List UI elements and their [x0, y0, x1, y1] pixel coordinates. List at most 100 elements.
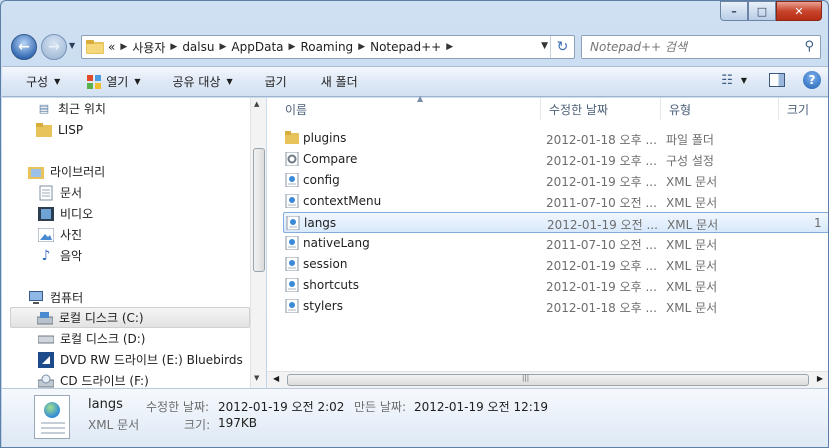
- video-icon: [38, 206, 54, 222]
- search-input[interactable]: [582, 36, 792, 58]
- breadcrumb-users[interactable]: 사용자: [132, 39, 165, 56]
- address-history-dropdown-icon[interactable]: ▼: [541, 41, 548, 51]
- breadcrumb-separator-icon[interactable]: ▶: [170, 42, 177, 52]
- file-type: XML 문서: [666, 196, 718, 210]
- breadcrumb-separator-icon[interactable]: ▶: [219, 42, 226, 52]
- file-name: config: [303, 173, 340, 187]
- xml-file-icon: [285, 257, 299, 271]
- recent-pages-dropdown-icon[interactable]: ▼: [69, 41, 75, 50]
- nav-item-documents[interactable]: 문서: [38, 182, 246, 203]
- sort-ascending-icon: ▲: [417, 94, 424, 103]
- horizontal-scrollbar[interactable]: ◀ ||| ▶: [267, 371, 828, 388]
- open-button[interactable]: 열기 ▼: [76, 67, 150, 96]
- chevron-down-icon: ▼: [54, 77, 61, 86]
- folder-icon: [86, 40, 104, 54]
- scroll-down-icon[interactable]: ▼: [254, 374, 259, 382]
- scrollbar-thumb[interactable]: [287, 374, 809, 386]
- column-header-date[interactable]: 수정한 날짜: [541, 98, 661, 120]
- pictures-icon: [38, 227, 54, 243]
- scroll-left-icon[interactable]: ◀: [273, 374, 279, 383]
- nav-item-recent-places[interactable]: ▤ 최근 위치: [36, 98, 246, 119]
- nav-item-label: CD 드라이브 (F:): [60, 374, 149, 388]
- minimize-button[interactable]: –: [720, 1, 748, 21]
- forward-button[interactable]: →: [41, 34, 67, 60]
- nav-item-lisp[interactable]: LISP: [36, 119, 246, 140]
- view-options-button[interactable]: ☷ ▼: [721, 73, 747, 88]
- breadcrumb-appdata[interactable]: AppData: [231, 40, 283, 54]
- file-modified-date: 2012-01-19 오후 ...: [546, 259, 657, 273]
- breadcrumb-roaming[interactable]: Roaming: [300, 40, 353, 54]
- nav-item-local-disk-c[interactable]: 로컬 디스크 (C:): [10, 307, 250, 328]
- breadcrumb-overflow[interactable]: «: [108, 40, 115, 54]
- breadcrumb-separator-icon[interactable]: ▶: [120, 42, 127, 52]
- scrollbar-grip-icon: |||: [522, 374, 530, 382]
- xml-document-thumbnail-icon: [34, 395, 70, 439]
- nav-item-computer[interactable]: 컴퓨터: [28, 287, 246, 308]
- file-row[interactable]: Compare 2012-01-19 오후 ... 구성 설정: [283, 149, 828, 170]
- file-size: 1: [814, 216, 822, 230]
- search-icon[interactable]: ⚲: [804, 39, 814, 54]
- refresh-button[interactable]: ↻: [550, 36, 574, 58]
- close-button[interactable]: ✕: [776, 1, 822, 21]
- nav-item-dvd-drive[interactable]: DVD RW 드라이브 (E:) Bluebirds: [38, 349, 246, 370]
- nav-item-label: DVD RW 드라이브 (E:) Bluebirds: [60, 353, 243, 367]
- library-icon: [28, 164, 44, 180]
- share-button[interactable]: 공유 대상 ▼: [163, 67, 243, 96]
- local-disk-icon: [38, 331, 54, 347]
- column-name-label: 이름: [285, 102, 308, 117]
- breadcrumb-notepadpp[interactable]: Notepad++: [370, 40, 441, 54]
- burn-button[interactable]: 굽기: [255, 67, 297, 96]
- column-header-size[interactable]: 크기: [779, 98, 828, 120]
- computer-icon: [28, 290, 44, 306]
- back-button[interactable]: ←: [11, 34, 37, 60]
- help-button[interactable]: ?: [803, 71, 821, 89]
- navigation-scrollbar[interactable]: ▲ ▼: [250, 98, 266, 388]
- nav-item-videos[interactable]: 비디오: [38, 203, 246, 224]
- scroll-right-icon[interactable]: ▶: [817, 374, 823, 383]
- caption-buttons: – □ ✕: [720, 1, 822, 21]
- file-row[interactable]: stylers 2012-01-18 오후 ... XML 문서: [283, 296, 828, 317]
- breadcrumb-separator-icon[interactable]: ▶: [446, 42, 453, 52]
- breadcrumb-separator-icon[interactable]: ▶: [358, 42, 365, 52]
- file-type: XML 문서: [666, 259, 718, 273]
- details-modified-value: 2012-01-19 오전 2:02: [218, 400, 345, 414]
- column-header-type[interactable]: 유형: [661, 98, 779, 120]
- recent-places-icon: ▤: [38, 102, 50, 115]
- file-row[interactable]: plugins 2012-01-18 오후 ... 파일 폴더: [283, 128, 828, 149]
- nav-item-label: 라이브러리: [50, 165, 106, 179]
- file-list: 이름 ▲ 수정한 날짜 유형 크기 plugins 2012-01-18 오후 .…: [267, 94, 828, 388]
- details-pane: langs XML 문서 수정한 날짜: 2012-01-19 오전 2:02 …: [2, 388, 828, 447]
- file-row[interactable]: contextMenu 2011-07-10 오전 ... XML 문서: [283, 191, 828, 212]
- nav-item-local-disk-d[interactable]: 로컬 디스크 (D:): [38, 328, 246, 349]
- file-row[interactable]: langs 2012-01-19 오전 ... XML 문서 1: [283, 212, 828, 233]
- scrollbar-thumb[interactable]: [253, 148, 265, 272]
- new-folder-button[interactable]: 새 폴더: [311, 67, 368, 96]
- address-bar[interactable]: « ▶ 사용자 ▶ dalsu ▶ AppData ▶ Roaming ▶ No…: [81, 35, 575, 59]
- scroll-up-icon[interactable]: ▲: [254, 100, 259, 108]
- file-row[interactable]: session 2012-01-19 오후 ... XML 문서: [283, 254, 828, 275]
- chevron-down-icon: ▼: [740, 75, 747, 85]
- maximize-button[interactable]: □: [748, 1, 776, 21]
- nav-item-libraries[interactable]: 라이브러리: [28, 161, 246, 182]
- burn-label: 굽기: [264, 75, 287, 89]
- column-type-label: 유형: [669, 102, 692, 117]
- xml-file-icon: [285, 236, 299, 250]
- file-type: 파일 폴더: [666, 133, 714, 147]
- breadcrumb-separator-icon[interactable]: ▶: [289, 42, 296, 52]
- file-row[interactable]: shortcuts 2012-01-19 오후 ... XML 문서: [283, 275, 828, 296]
- preview-pane-button[interactable]: [769, 73, 785, 87]
- forward-arrow-icon: →: [48, 39, 60, 55]
- file-row[interactable]: nativeLang 2011-07-10 오전 ... XML 문서: [283, 233, 828, 254]
- music-icon: ♪: [41, 247, 51, 264]
- nav-item-pictures[interactable]: 사진: [38, 224, 246, 245]
- breadcrumb-dalsu[interactable]: dalsu: [182, 40, 214, 54]
- column-header-name[interactable]: 이름 ▲: [277, 94, 541, 120]
- file-modified-date: 2011-07-10 오전 ...: [546, 238, 657, 252]
- file-type: XML 문서: [667, 218, 719, 232]
- file-name: contextMenu: [303, 194, 382, 208]
- file-row[interactable]: config 2012-01-19 오후 ... XML 문서: [283, 170, 828, 191]
- organize-button[interactable]: 구성 ▼: [16, 67, 70, 96]
- nav-item-label: 비디오: [60, 207, 94, 221]
- nav-item-music[interactable]: ♪ 음악: [38, 245, 246, 266]
- details-file-type: XML 문서: [88, 418, 140, 432]
